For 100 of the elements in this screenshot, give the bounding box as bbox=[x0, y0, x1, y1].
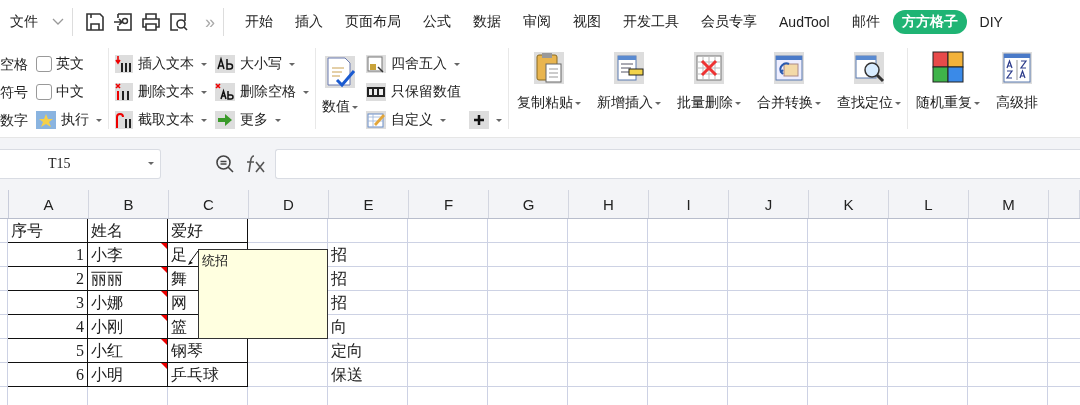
caret-icon bbox=[575, 101, 581, 105]
caret-icon bbox=[440, 118, 446, 122]
ribbon-tab[interactable]: DIY bbox=[970, 11, 1012, 33]
caret-icon bbox=[201, 90, 207, 94]
caret-icon bbox=[303, 90, 309, 94]
table-cell-text: 姓名 bbox=[90, 222, 124, 240]
column-header[interactable]: C bbox=[169, 190, 249, 218]
table-cell-text: 定向 bbox=[330, 342, 364, 360]
text-tool-button[interactable]: 插入文本 bbox=[115, 53, 207, 75]
ribbon-tab[interactable]: 公式 bbox=[414, 10, 460, 34]
ribbon-tab[interactable]: 开发工具 bbox=[614, 10, 688, 34]
table-cell-text: 爱好 bbox=[170, 222, 204, 240]
table-cell-text: 3 bbox=[75, 294, 85, 312]
ribbon-tab[interactable]: 插入 bbox=[286, 10, 332, 34]
option-label: 数字 bbox=[0, 111, 28, 130]
caret-icon bbox=[655, 101, 661, 105]
table-cell-text: 5 bbox=[75, 342, 85, 360]
checkbox[interactable]: 英文 bbox=[36, 53, 102, 75]
tool-button[interactable]: 查找定位 bbox=[837, 48, 901, 137]
table-cell-text: 2 bbox=[75, 270, 85, 288]
table-cell-text: 小红 bbox=[90, 342, 124, 360]
text-tool-button[interactable]: 删除文本 bbox=[115, 81, 207, 103]
four-squares-icon bbox=[931, 50, 965, 86]
caret-icon bbox=[96, 118, 102, 122]
column-header[interactable]: M bbox=[969, 190, 1049, 218]
tool-button[interactable]: 新增插入 bbox=[597, 48, 661, 137]
column-header[interactable]: H bbox=[569, 190, 649, 218]
zoom-out-icon[interactable] bbox=[215, 154, 235, 174]
star-picture-icon bbox=[36, 111, 56, 129]
table-cell-text: 招 bbox=[330, 294, 348, 312]
table-cell-text: 向 bbox=[330, 318, 348, 336]
column-header[interactable]: D bbox=[249, 190, 329, 218]
ribbon-tab[interactable]: 会员专享 bbox=[692, 10, 766, 34]
print-icon[interactable] bbox=[141, 12, 161, 32]
column-header[interactable]: J bbox=[729, 190, 809, 218]
plus-icon bbox=[469, 111, 489, 129]
number-tool-button[interactable]: 四舍五入 bbox=[366, 53, 461, 75]
column-header[interactable]: E bbox=[329, 190, 409, 218]
caret-icon bbox=[352, 105, 358, 109]
tool-button[interactable]: 随机重复 bbox=[916, 48, 980, 137]
tool-button[interactable]: 复制粘贴 bbox=[517, 48, 581, 137]
ribbon-tab[interactable]: 审阅 bbox=[514, 10, 560, 34]
print-preview-icon[interactable] bbox=[169, 12, 189, 32]
option-label: 空格 bbox=[0, 55, 28, 74]
option-label: 符号 bbox=[0, 83, 28, 102]
case-tool-button[interactable]: 删除空格 bbox=[215, 81, 309, 103]
formula-input[interactable] bbox=[275, 149, 1080, 179]
column-header[interactable]: K bbox=[809, 190, 889, 218]
ribbon-tab[interactable]: 页面布局 bbox=[336, 10, 410, 34]
grid-convert-icon bbox=[772, 50, 806, 86]
tool-button[interactable]: 高级排 bbox=[996, 48, 1038, 137]
table-cell-text: 丽丽 bbox=[90, 270, 124, 288]
x-bars-icon bbox=[115, 83, 133, 101]
caret-icon bbox=[895, 101, 901, 105]
tool-button[interactable]: 合并转换 bbox=[757, 48, 821, 137]
ribbon-tab[interactable]: 开始 bbox=[236, 10, 282, 34]
ribbon-tab[interactable]: 视图 bbox=[564, 10, 610, 34]
column-header[interactable]: G bbox=[489, 190, 569, 218]
ribbon-tab[interactable]: 数据 bbox=[464, 10, 510, 34]
column-header[interactable]: I bbox=[649, 190, 729, 218]
text-tool-button[interactable]: 截取文本 bbox=[115, 109, 207, 131]
ribbon-tab[interactable]: AudTool bbox=[770, 11, 839, 33]
number-tool-button[interactable]: 自定义 bbox=[366, 109, 461, 131]
save-icon[interactable] bbox=[85, 12, 105, 32]
document-check-icon bbox=[323, 54, 357, 90]
column-header[interactable]: A bbox=[9, 190, 89, 218]
column-header[interactable]: L bbox=[889, 190, 969, 218]
number-button[interactable]: 数值 bbox=[322, 48, 358, 137]
arrow-right-icon bbox=[215, 111, 235, 129]
caret-icon bbox=[974, 101, 980, 105]
comment-box: 统招 bbox=[198, 249, 328, 339]
grid-delete-icon bbox=[692, 50, 726, 86]
table-cell-text: 6 bbox=[75, 366, 85, 384]
file-menu[interactable]: 文件 bbox=[10, 13, 64, 31]
column-header[interactable]: B bbox=[89, 190, 169, 218]
caret-icon bbox=[735, 101, 741, 105]
table-cell-text: 小明 bbox=[90, 366, 124, 384]
pencil-sheet-icon bbox=[366, 111, 386, 129]
case-tool-button[interactable]: 大小写 bbox=[215, 53, 309, 75]
run-button[interactable]: 执行 bbox=[36, 109, 102, 131]
document-magnifier-icon bbox=[852, 50, 886, 86]
clipboard-icon bbox=[532, 50, 566, 86]
chevron-down-icon bbox=[52, 18, 64, 26]
number-tool-button[interactable]: 只保留数值 bbox=[366, 81, 461, 103]
column-header[interactable]: F bbox=[409, 190, 489, 218]
ribbon-tab[interactable]: 邮件 bbox=[842, 10, 889, 34]
caret-icon bbox=[201, 118, 207, 122]
function-icon[interactable] bbox=[245, 154, 267, 174]
add-button[interactable] bbox=[469, 109, 502, 131]
checkbox[interactable]: 中文 bbox=[36, 81, 102, 103]
arc-bars-icon bbox=[115, 111, 133, 129]
table-cell-text: 小刚 bbox=[90, 318, 124, 336]
export-icon[interactable] bbox=[113, 12, 133, 32]
name-box[interactable]: T15 bbox=[0, 149, 161, 179]
table-cell-text: 足 bbox=[170, 246, 188, 264]
ab-letters-icon bbox=[215, 55, 235, 73]
table-cell-text: 招 bbox=[330, 246, 348, 264]
case-tool-button[interactable]: 更多 bbox=[215, 109, 309, 131]
leader-line bbox=[188, 251, 198, 265]
tool-button[interactable]: 批量删除 bbox=[677, 48, 741, 137]
